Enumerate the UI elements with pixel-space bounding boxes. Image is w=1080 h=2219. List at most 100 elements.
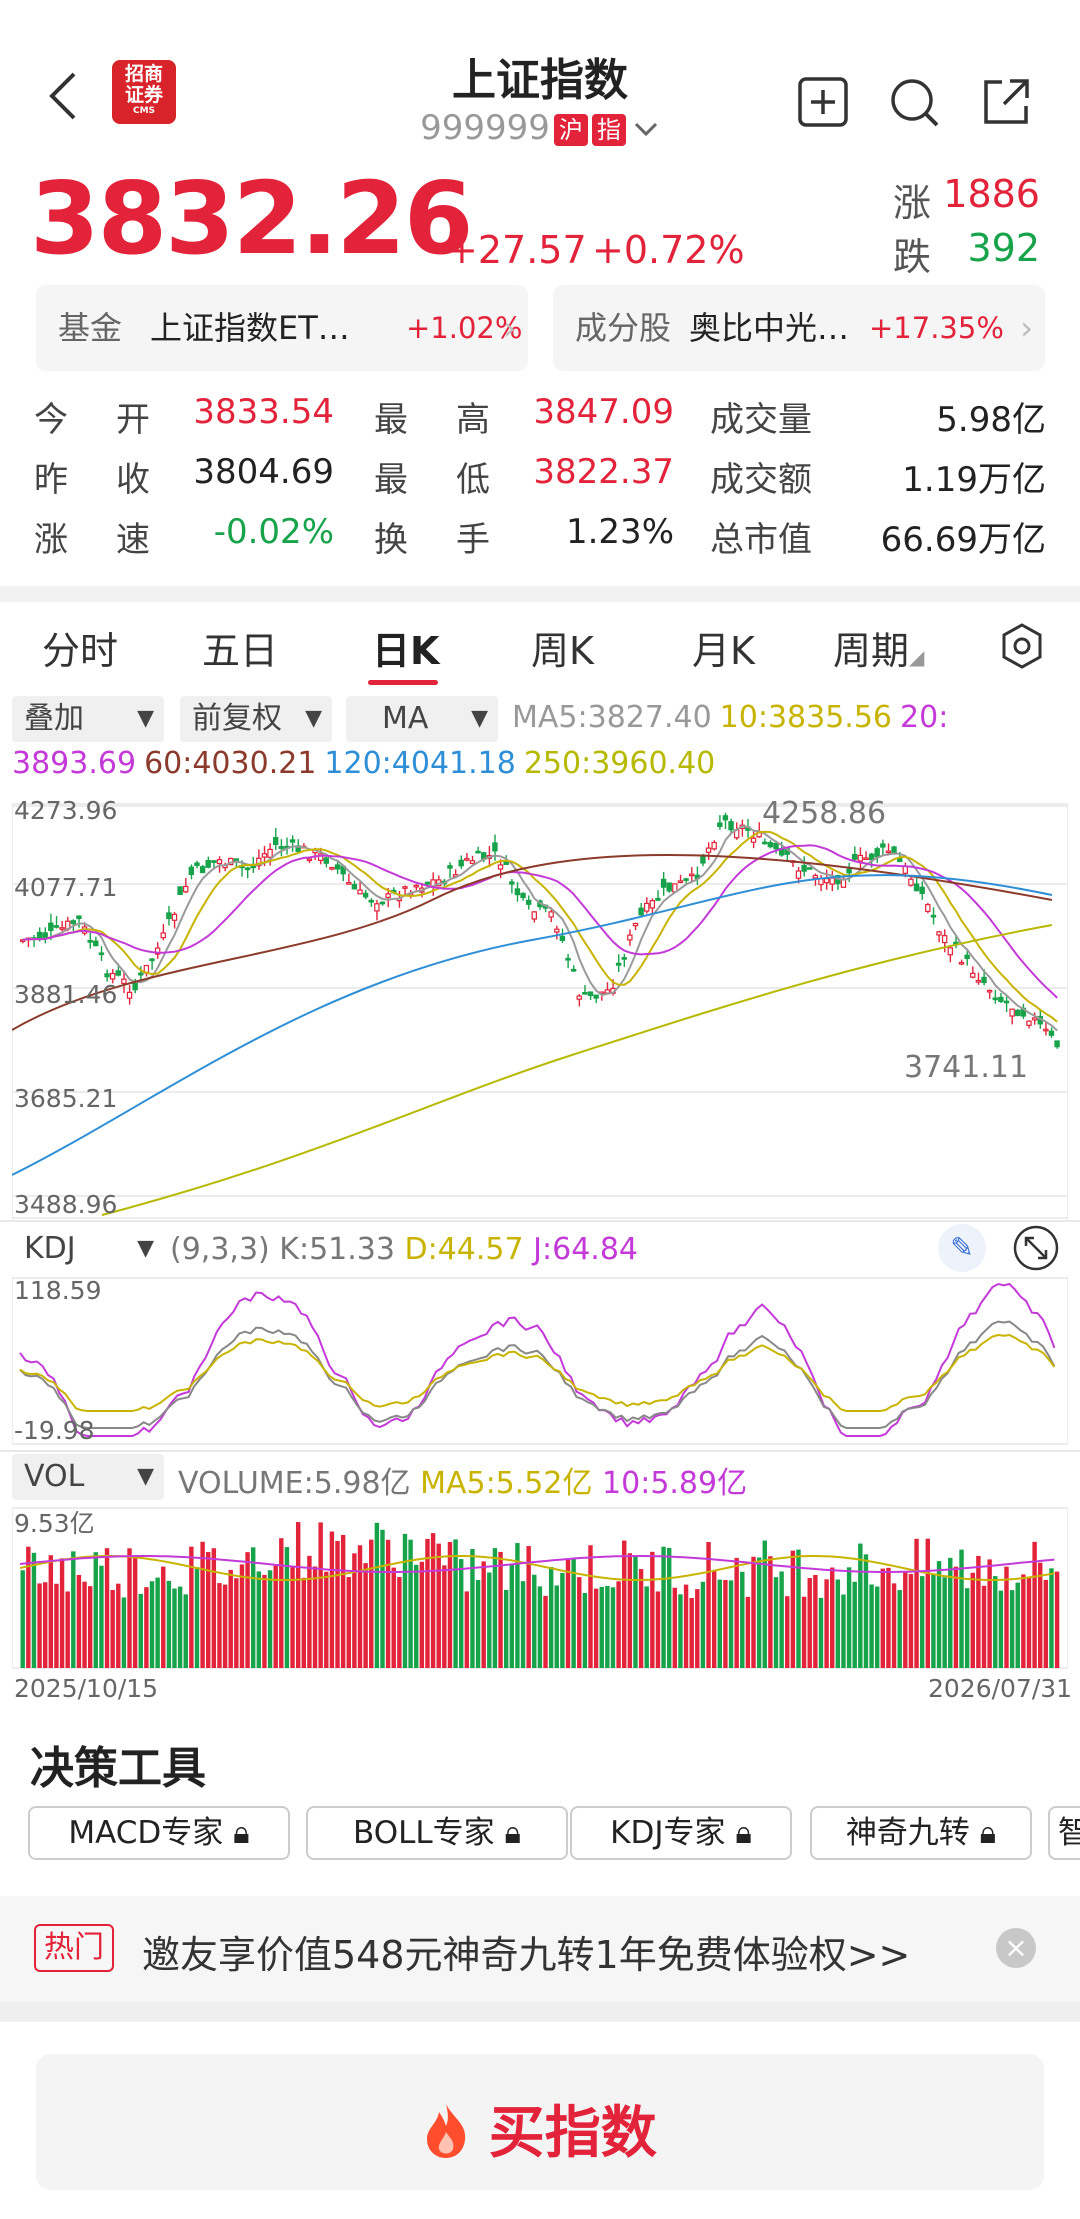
candle [464, 858, 470, 861]
candle [728, 821, 734, 831]
candle [520, 892, 526, 899]
related-fund-pill[interactable]: 基金 上证指数ET… +1.02% › [36, 285, 528, 371]
ma-value: 250:3960.40 [523, 746, 716, 781]
dropdown-icon: ▼ [137, 1464, 154, 1489]
fullscreen-icon[interactable] [1012, 1224, 1060, 1272]
candle [59, 927, 65, 930]
candle [475, 850, 481, 854]
candle [846, 868, 852, 874]
candle [857, 854, 864, 862]
candle [559, 935, 566, 941]
vol-selector[interactable]: VOL ▼ [12, 1454, 164, 1500]
candle [807, 867, 813, 870]
constituent-pill[interactable]: 成分股 奥比中光… +17.35% › [553, 285, 1045, 371]
candle [576, 995, 582, 1000]
volume-bar [138, 1593, 143, 1668]
tab-five-day[interactable]: 五日 [202, 620, 278, 675]
section-divider [0, 2002, 1080, 2022]
dropdown-icon: ▼ [137, 1236, 154, 1261]
volume-bar [127, 1548, 132, 1668]
pill-label: 成分股 [575, 309, 672, 347]
tab-period[interactable]: 周期◢ [833, 620, 924, 675]
volume-bar [481, 1561, 486, 1668]
candle [655, 897, 661, 901]
indicator-selector[interactable]: MA ▼ [346, 696, 498, 742]
candle [750, 837, 757, 843]
promo-banner[interactable]: 热门 邀友享价值548元神奇九转1年免费体验权>> × [0, 1896, 1080, 2002]
volume-chart[interactable] [12, 1506, 1068, 1670]
candle [346, 881, 352, 885]
kdj-chart[interactable] [12, 1276, 1068, 1446]
volume-bar [93, 1552, 99, 1668]
tool-chip-kdj[interactable]: KDJ专家 🔒︎ [570, 1806, 792, 1860]
volume-bar [723, 1579, 728, 1668]
tool-chip-macd[interactable]: MACD专家 🔒︎ [28, 1806, 290, 1860]
add-watchlist-icon[interactable] [797, 76, 849, 128]
candle [104, 973, 110, 978]
candle [166, 912, 172, 920]
settings-hexagon-icon[interactable] [1000, 622, 1044, 670]
fall-count: 392 [967, 226, 1040, 270]
price-change: +27.57 [446, 228, 587, 272]
stat-label: 今 [34, 400, 68, 440]
caret-icon: ◢ [909, 645, 925, 669]
tab-monthly-k[interactable]: 月K [692, 620, 755, 675]
candle [722, 815, 729, 821]
stat-label: 速 [116, 520, 150, 560]
kline-chart[interactable] [12, 800, 1068, 1220]
volume-bar [610, 1587, 616, 1668]
volume-bar [942, 1577, 947, 1668]
candle [565, 957, 571, 961]
candle [868, 853, 875, 861]
candle [138, 972, 144, 976]
search-icon[interactable] [888, 76, 940, 128]
kdj-selector[interactable]: KDJ ▼ [12, 1226, 164, 1272]
candle [53, 925, 60, 928]
overlay-selector[interactable]: 叠加 ▼ [12, 696, 164, 742]
candle [812, 874, 819, 879]
volume-bar [717, 1579, 723, 1668]
volume-bar [841, 1594, 846, 1668]
volume-bar [779, 1571, 784, 1668]
buy-index-button[interactable]: 买指数 [36, 2054, 1044, 2190]
candle [447, 865, 453, 869]
tab-daily-k[interactable]: 日K [372, 620, 439, 675]
tab-intraday[interactable]: 分时 [42, 620, 118, 675]
tab-weekly-k[interactable]: 周K [531, 620, 594, 675]
volume-bar [1054, 1571, 1060, 1668]
edit-indicator-button[interactable]: ✎ [938, 1224, 986, 1272]
candle [880, 843, 886, 848]
candle [272, 837, 279, 846]
tool-chip-more[interactable]: 智 [1048, 1806, 1080, 1860]
share-icon[interactable] [980, 76, 1032, 128]
volume-bar [700, 1581, 706, 1668]
volume-bar [262, 1574, 267, 1668]
volume-bar [998, 1590, 1004, 1668]
volume-bar [498, 1551, 503, 1668]
volume-bar [458, 1559, 464, 1668]
volume-bar [71, 1551, 76, 1668]
lock-icon: 🔒︎ [735, 1815, 752, 1851]
tool-chip-boll[interactable]: BOLL专家 🔒︎ [306, 1806, 568, 1860]
ma-value: 10:3835.56 [719, 700, 893, 735]
vol-ma5-line [19, 1555, 1055, 1582]
candle [351, 883, 358, 890]
candle [705, 847, 712, 853]
close-icon[interactable]: × [996, 1928, 1036, 1968]
ma20-line [22, 844, 1058, 999]
stat-row: 昨 收 3804.69 最 低 3822.37 成交额 1.19万亿 [34, 452, 1046, 508]
volume-bar [554, 1585, 559, 1668]
candle [767, 842, 774, 848]
divider [0, 1220, 1080, 1222]
stat-value: 66.69万亿 [880, 520, 1046, 560]
volume-bar [329, 1531, 335, 1668]
chevron-right-icon: › [503, 309, 516, 347]
tool-chip-nine-turn[interactable]: 神奇九转 🔒︎ [810, 1806, 1032, 1860]
index-tag: 指 [591, 113, 626, 146]
candle [329, 867, 335, 870]
volume-bar [846, 1567, 852, 1668]
adjust-selector[interactable]: 前复权 ▼ [180, 696, 332, 742]
vol-values: VOLUME:5.98亿 MA5:5.52亿 10:5.89亿 [178, 1466, 748, 1501]
ma-value: MA5:3827.40 [512, 700, 712, 735]
volume-bar [217, 1583, 222, 1668]
